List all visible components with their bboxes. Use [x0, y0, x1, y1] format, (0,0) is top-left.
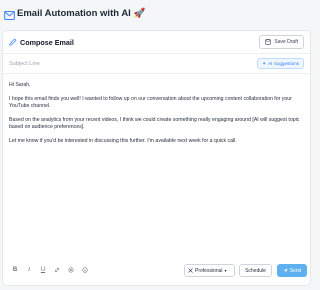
tone-icon — [188, 268, 193, 273]
save-icon — [265, 39, 272, 45]
body-paragraph: Based on the analytics from your recent … — [9, 116, 300, 130]
tone-value: Professional — [195, 267, 223, 274]
mail-icon — [4, 11, 15, 20]
smile-icon — [82, 267, 88, 273]
pencil-icon — [9, 38, 17, 46]
app-header: Email Automation with AI 🚀 — [0, 0, 315, 30]
compose-header: Compose Email Save Draft — [3, 31, 310, 53]
underline-button[interactable]: U — [38, 265, 48, 275]
subject-input[interactable] — [9, 58, 209, 69]
compose-card: Compose Email Save Draft ✦ AI Suggestion… — [2, 30, 311, 286]
link-icon — [54, 267, 60, 273]
app-title: Email Automation with AI 🚀 — [17, 8, 146, 19]
bold-button[interactable]: B — [10, 265, 20, 275]
email-body[interactable]: Hi Sarah, I hope this email finds you we… — [9, 82, 303, 151]
body-paragraph: Let me know if you'd be interested in di… — [9, 137, 237, 144]
divider — [3, 73, 310, 74]
send-button[interactable]: Send — [277, 264, 307, 277]
tone-select[interactable]: Professional ▾ — [184, 264, 235, 277]
underline-label: U — [40, 267, 46, 273]
attach-button[interactable] — [66, 265, 76, 275]
body-paragraph: I hope this email finds you well! I want… — [9, 95, 292, 109]
save-draft-button[interactable]: Save Draft — [259, 35, 304, 49]
italic-label: I — [28, 267, 30, 273]
compose-toolbar: B I U Professional ▾ Schedule Send — [3, 261, 310, 281]
save-draft-label: Save Draft — [274, 39, 298, 45]
subject-row: ✦ AI Suggestions — [3, 54, 310, 73]
italic-button[interactable]: I — [24, 265, 34, 275]
compose-title: Compose Email — [20, 38, 74, 47]
link-button[interactable] — [52, 265, 62, 275]
ai-suggestions-button[interactable]: ✦ AI Suggestions — [257, 58, 304, 69]
bold-label: B — [12, 267, 18, 273]
schedule-button[interactable]: Schedule — [239, 264, 272, 277]
body-paragraph: Hi Sarah, — [9, 82, 31, 88]
send-icon — [283, 268, 288, 273]
chevron-down-icon: ▾ — [224, 268, 227, 273]
ai-suggestions-label: AI Suggestions — [268, 61, 299, 66]
emoji-button[interactable] — [80, 265, 90, 275]
send-label: Send — [289, 267, 302, 274]
paperclip-icon — [68, 267, 74, 273]
sparkle-icon: ✦ — [262, 60, 267, 66]
